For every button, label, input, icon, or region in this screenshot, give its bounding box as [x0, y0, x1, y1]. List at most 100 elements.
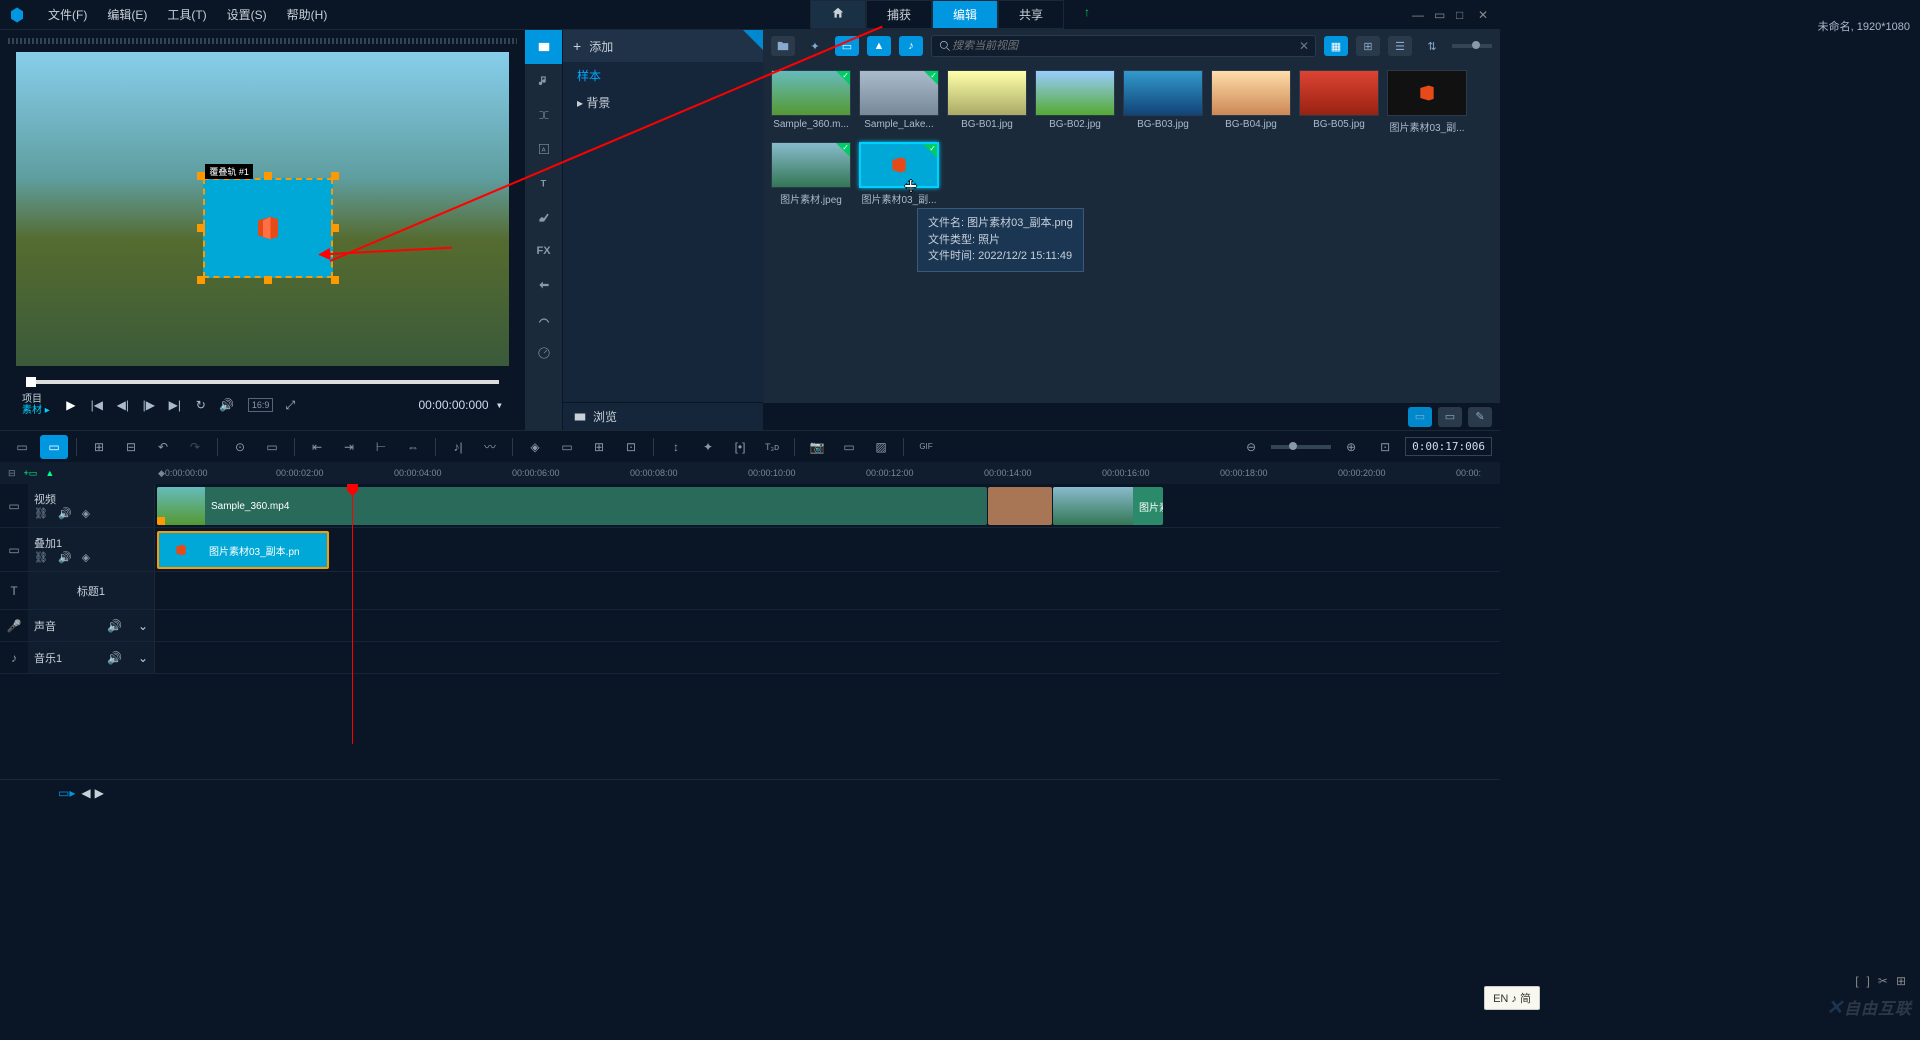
tl-split-button[interactable]: ⊢: [367, 435, 395, 459]
title-track-body[interactable]: [155, 572, 1500, 609]
play-button[interactable]: ▶: [62, 396, 80, 414]
timecode-display[interactable]: 00:00:00:000 ▾: [418, 398, 503, 412]
tl-multi-button[interactable]: ⊞: [585, 435, 613, 459]
search-input[interactable]: [952, 40, 1299, 52]
preview-area[interactable]: 覆叠轨 #1: [16, 52, 509, 366]
tl-ungroup-button[interactable]: ⊟: [117, 435, 145, 459]
track-lock-button[interactable]: ◈: [82, 551, 90, 564]
resize-handle-nw[interactable]: [197, 172, 205, 180]
track-link-button[interactable]: ⛓: [34, 551, 48, 564]
go-start-button[interactable]: |◀: [88, 396, 106, 414]
play-mode-project[interactable]: 项目: [22, 394, 50, 405]
video-clip-3[interactable]: 图片素: [1053, 487, 1163, 525]
tl-subtitle-button[interactable]: ▭: [553, 435, 581, 459]
add-media-button[interactable]: + 添加: [563, 30, 763, 62]
strip-btn-2[interactable]: ▭: [1438, 407, 1462, 427]
settings-gear-button[interactable]: ✦: [803, 36, 827, 56]
view-large-button[interactable]: ▦: [1324, 36, 1348, 56]
sort-button[interactable]: ⇅: [1420, 36, 1444, 56]
tl-motion-button[interactable]: [•]: [726, 435, 754, 459]
resize-handle-ne[interactable]: [331, 172, 339, 180]
track-lock-button[interactable]: ◈: [82, 507, 90, 520]
resize-handle-e[interactable]: [331, 224, 339, 232]
rail-transition-button[interactable]: [525, 98, 562, 132]
tab-edit[interactable]: 编辑: [932, 0, 998, 29]
tab-capture[interactable]: 捕获: [866, 0, 932, 29]
status-next-icon[interactable]: ▶: [95, 786, 104, 800]
minimize-button[interactable]: —: [1412, 8, 1426, 22]
tl-gif-button[interactable]: GIF: [912, 435, 940, 459]
track-mute-button[interactable]: 🔊: [58, 507, 72, 520]
status-nav-icon[interactable]: ▭▸: [58, 786, 75, 800]
tl-redo-button[interactable]: ↷: [181, 435, 209, 459]
tl-marker-button[interactable]: ▭: [258, 435, 286, 459]
tl-lens-button[interactable]: 📷: [803, 435, 831, 459]
track-link-button[interactable]: ⛓: [34, 507, 48, 520]
resize-handle-s[interactable]: [264, 276, 272, 284]
menu-tools[interactable]: 工具(T): [157, 6, 216, 23]
video-clip-2[interactable]: [988, 487, 1052, 525]
thumb-item[interactable]: 图片素材03_副...: [1387, 70, 1467, 134]
rail-title-button[interactable]: A: [525, 132, 562, 166]
seekbar-handle[interactable]: [26, 377, 36, 387]
zoom-slider[interactable]: [1271, 445, 1331, 449]
seekbar[interactable]: [26, 380, 499, 384]
rail-graphics-button[interactable]: [525, 200, 562, 234]
maximize-button[interactable]: □: [1456, 8, 1470, 22]
tab-home[interactable]: [810, 0, 866, 29]
playhead[interactable]: [352, 484, 353, 744]
clear-search-button[interactable]: ✕: [1299, 39, 1309, 53]
zoom-in-button[interactable]: ⊕: [1337, 435, 1365, 459]
sound-track-body[interactable]: [155, 610, 1500, 641]
tl-undo-button[interactable]: ↶: [149, 435, 177, 459]
tl-t3d-button[interactable]: T₃ᴅ: [758, 435, 786, 459]
rail-fx-button[interactable]: FX: [525, 234, 562, 268]
view-list-button[interactable]: ☰: [1388, 36, 1412, 56]
view-medium-button[interactable]: ⊞: [1356, 36, 1380, 56]
mark-out-icon[interactable]: ]: [1867, 974, 1870, 988]
volume-button[interactable]: 🔊: [218, 396, 236, 414]
browse-button[interactable]: 浏览: [563, 402, 763, 430]
menu-file[interactable]: 文件(F): [38, 6, 97, 23]
resize-handle-sw[interactable]: [197, 276, 205, 284]
thumb-item[interactable]: 图片素材03_副...: [859, 142, 939, 206]
tl-chapter-button[interactable]: ◈: [521, 435, 549, 459]
thumb-item[interactable]: 图片素材.jpeg: [771, 142, 851, 206]
tl-storyboard-button[interactable]: ▭: [8, 435, 36, 459]
tl-smart-button[interactable]: ✦: [694, 435, 722, 459]
go-end-button[interactable]: ▶|: [166, 396, 184, 414]
scissors-icon[interactable]: ✂: [1878, 974, 1888, 988]
strip-btn-1[interactable]: ▭: [1408, 407, 1432, 427]
tl-mixer-button[interactable]: ♪|: [444, 435, 472, 459]
tl-chroma-button[interactable]: ▨: [867, 435, 895, 459]
menu-help[interactable]: 帮助(H): [277, 6, 338, 23]
strip-btn-3[interactable]: ✎: [1468, 407, 1492, 427]
upload-icon[interactable]: ↑: [1064, 0, 1110, 29]
tl-timeline-button[interactable]: ▭: [40, 435, 68, 459]
rail-media-button[interactable]: [525, 30, 562, 64]
tl-3d-button[interactable]: ⊡: [617, 435, 645, 459]
track-mute-button[interactable]: 🔊: [107, 619, 122, 633]
tab-share[interactable]: 共享: [998, 0, 1064, 29]
rail-motion-button[interactable]: [525, 268, 562, 302]
track-mute-button[interactable]: 🔊: [107, 651, 122, 665]
restore-button[interactable]: ▭: [1434, 8, 1448, 22]
thumb-item[interactable]: Sample_Lake...: [859, 70, 939, 134]
tl-trim-in-button[interactable]: ⇤: [303, 435, 331, 459]
thumb-size-slider[interactable]: [1452, 44, 1492, 48]
rail-speed-button[interactable]: [525, 336, 562, 370]
track-expand-button[interactable]: ⌄: [138, 619, 148, 633]
music-track-body[interactable]: [155, 642, 1500, 673]
tl-record-button[interactable]: ⊙: [226, 435, 254, 459]
track-collapse-icon[interactable]: ⊟: [8, 468, 16, 479]
video-clip-1[interactable]: Sample_360.mp4: [157, 487, 987, 525]
thumb-item[interactable]: BG-B05.jpg: [1299, 70, 1379, 134]
mark-in-icon[interactable]: [: [1855, 974, 1858, 988]
tl-ducking-button[interactable]: 〰: [476, 435, 504, 459]
tl-slip-button[interactable]: ⇔: [399, 435, 427, 459]
add-track-button[interactable]: +▭: [24, 468, 38, 479]
rail-audio-button[interactable]: [525, 64, 562, 98]
resize-handle-w[interactable]: [197, 224, 205, 232]
thumb-item[interactable]: BG-B02.jpg: [1035, 70, 1115, 134]
split-icon[interactable]: ⊞: [1896, 974, 1906, 988]
